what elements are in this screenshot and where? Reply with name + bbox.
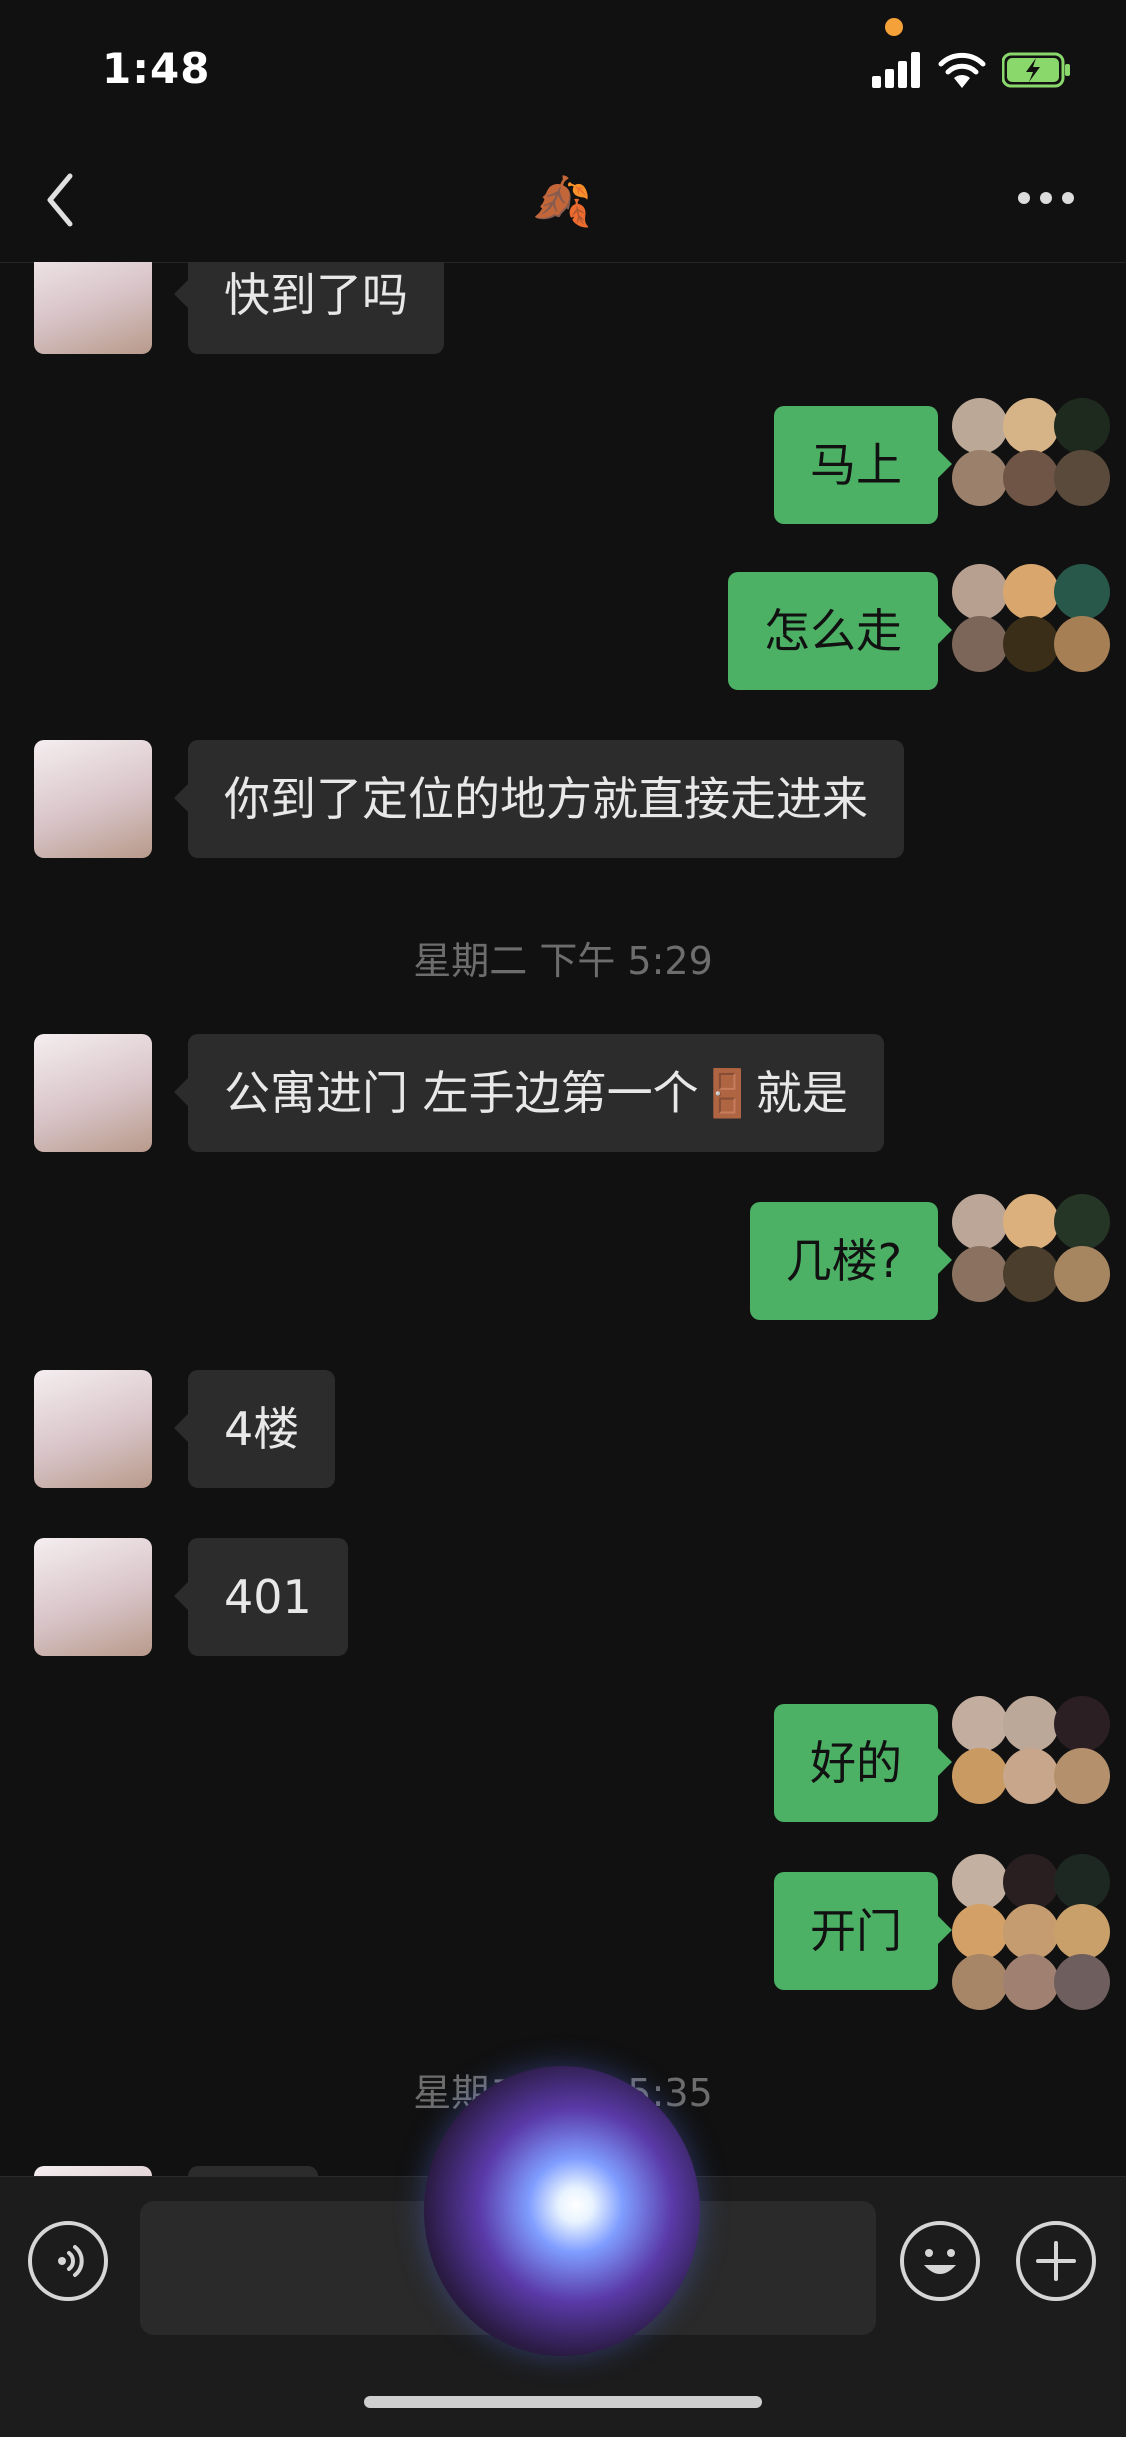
contact-avatar[interactable] bbox=[34, 2166, 152, 2176]
contact-avatar[interactable] bbox=[34, 1370, 152, 1488]
contact-name-emoji[interactable]: 🍂 bbox=[530, 170, 594, 234]
more-options-icon[interactable] bbox=[1018, 192, 1074, 206]
outgoing-message-bubble[interactable]: 几楼? bbox=[749, 1202, 953, 1320]
message-list[interactable]: 快到了吗 马上 怎么走 你到了定位的地方就直接走进来 星期二 下午 5:29 公… bbox=[0, 262, 1126, 2176]
timestamp-divider: 星期二 下午 5:29 bbox=[413, 939, 713, 983]
outgoing-message-bubble[interactable]: 怎么走 bbox=[728, 572, 952, 690]
user-avatar-pixelated[interactable] bbox=[952, 1854, 1110, 2032]
chat-header: 🍂 bbox=[0, 130, 1126, 263]
contact-avatar[interactable] bbox=[34, 740, 152, 858]
back-chevron-icon[interactable] bbox=[40, 170, 80, 230]
incoming-message-bubble[interactable]: 你到了定位的地方就直接走进来 bbox=[174, 740, 904, 858]
wifi-icon bbox=[938, 52, 986, 88]
user-avatar-pixelated[interactable] bbox=[952, 1686, 1110, 1844]
contact-avatar[interactable] bbox=[34, 1538, 152, 1656]
user-avatar-pixelated[interactable] bbox=[952, 388, 1110, 546]
incoming-message-bubble[interactable]: 公寓进门 左手边第一个🚪就是 bbox=[174, 1034, 884, 1152]
contact-avatar[interactable] bbox=[34, 1034, 152, 1152]
status-bar: 1:48 bbox=[0, 0, 1126, 130]
siri-orb-icon[interactable] bbox=[424, 2066, 700, 2356]
add-attachment-icon[interactable] bbox=[1016, 2221, 1096, 2301]
user-avatar-pixelated[interactable] bbox=[952, 1184, 1110, 1342]
battery-charging-icon bbox=[1002, 52, 1070, 88]
incoming-message-bubble[interactable]: 401 bbox=[174, 1538, 348, 1656]
home-indicator[interactable] bbox=[364, 2396, 762, 2408]
outgoing-message-bubble[interactable]: 开门 bbox=[774, 1872, 952, 1990]
outgoing-message-bubble[interactable]: 马上 bbox=[774, 406, 952, 524]
emoji-icon[interactable] bbox=[900, 2221, 980, 2301]
user-avatar-pixelated[interactable] bbox=[952, 554, 1110, 712]
privacy-indicator-dot bbox=[885, 18, 903, 36]
incoming-message-bubble[interactable] bbox=[188, 2166, 318, 2176]
status-time: 1:48 bbox=[102, 44, 211, 93]
outgoing-message-bubble[interactable]: 好的 bbox=[774, 1704, 952, 1822]
voice-input-icon[interactable] bbox=[28, 2221, 108, 2301]
cellular-signal-icon bbox=[872, 52, 924, 88]
contact-avatar[interactable] bbox=[34, 262, 152, 354]
incoming-message-bubble[interactable]: 4楼 bbox=[173, 1370, 336, 1488]
incoming-message-bubble[interactable]: 快到了吗 bbox=[174, 262, 444, 354]
